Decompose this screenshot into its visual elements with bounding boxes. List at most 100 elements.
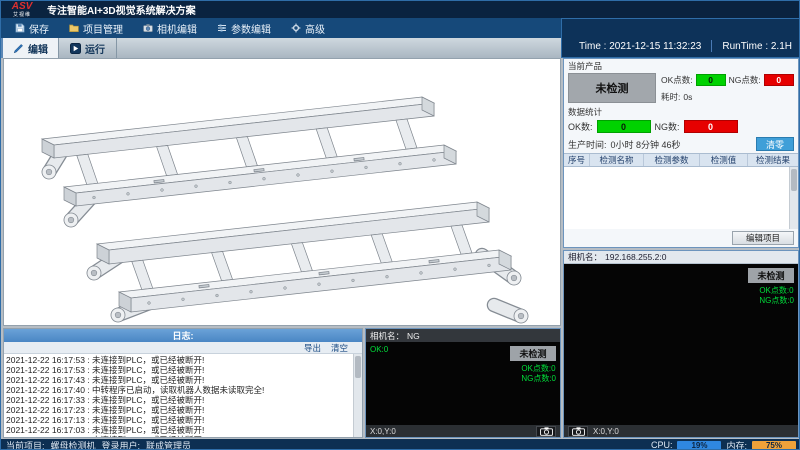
menu-advanced[interactable]: 高级 — [281, 18, 335, 38]
log-line: 2021-12-22 16:17:13 : 未连接到PLC，或已经被断开! — [6, 415, 350, 425]
sliders-icon — [217, 23, 227, 33]
production-time-value: 0小时 8分钟 46秒 — [611, 138, 681, 151]
ok-count-value: 0 — [597, 120, 651, 133]
col-params: 检测参数 — [644, 154, 700, 166]
edit-project-button[interactable]: 编辑项目 — [732, 231, 794, 245]
ng-points-value: 0 — [764, 74, 794, 86]
menu-save-label: 保存 — [29, 21, 49, 36]
camera-name-value: 192.168.255.2:0 — [605, 252, 666, 262]
ng-points-label: NG点数: — [729, 74, 761, 86]
menu-camera-label: 相机编辑 — [157, 21, 197, 36]
log-panel: 日志: 导出 清空 2021-12-22 16:17:53 : 未连接到PLC，… — [3, 328, 363, 438]
camera-shutter-icon — [540, 427, 553, 436]
camera-ng-overlay-topleft: OK:0 — [370, 345, 388, 354]
col-result: 检测结果 — [748, 154, 798, 166]
gear-icon — [291, 23, 301, 33]
camera-shutter-icon — [572, 427, 585, 436]
camera-overlay-counts: OK点数:0 NG点数:0 — [759, 286, 794, 306]
menu-param-edit[interactable]: 参数编辑 — [207, 18, 281, 38]
asv-logo: ASV 艾视维 — [5, 2, 39, 18]
camera-name-label: 相机名： — [568, 251, 602, 263]
cpu-label: CPU: — [651, 440, 673, 450]
overlay-ok: OK点数:0 — [759, 286, 794, 296]
ok-points-label: OK点数: — [661, 74, 693, 86]
snapshot-button[interactable] — [568, 426, 588, 437]
chassis-3d-model — [4, 59, 560, 325]
ok-points-value: 0 — [696, 74, 726, 86]
log-export-button[interactable]: 导出 — [304, 342, 321, 354]
folder-icon — [69, 23, 79, 33]
cpu-usage-bar: 19% — [677, 441, 721, 450]
elapsed-value: 0s — [683, 92, 692, 102]
ng-count-label: NG数: — [655, 120, 680, 133]
tab-run-label: 运行 — [85, 41, 105, 56]
memory-usage-bar: 75% — [752, 441, 796, 450]
menu-save[interactable]: 保存 — [5, 18, 59, 38]
pencil-icon — [13, 43, 24, 54]
camera-ng-status-badge: 未检测 — [510, 346, 556, 361]
memory-label: 内存: — [726, 439, 747, 450]
log-scrollbar[interactable] — [353, 354, 362, 437]
col-index: 序号 — [564, 154, 590, 166]
app-title: 专注智能AI+3D视觉系统解决方案 — [47, 2, 196, 17]
save-icon — [15, 23, 25, 33]
log-line: 2021-12-22 16:17:33 : 未连接到PLC，或已经被断开! — [6, 395, 350, 405]
camera-status-badge: 未检测 — [748, 268, 794, 283]
log-line: 2021-12-22 16:16:53 : 未连接到PLC，或已经被断开! — [6, 435, 350, 437]
log-line: 2021-12-22 16:17:43 : 未连接到PLC，或已经被断开! — [6, 375, 350, 385]
menu-advanced-label: 高级 — [305, 21, 325, 36]
tab-edit-label: 编辑 — [28, 41, 48, 56]
camera-ng-overlay-counts: OK点数:0 NG点数:0 — [521, 364, 556, 384]
logo-subtext: 艾视维 — [13, 12, 31, 18]
detection-table-header: 序号 检测名称 检测参数 检测值 检测结果 — [564, 153, 798, 167]
time-label: Time : 2021-12-15 11:32:23 — [579, 41, 701, 52]
overlay-ok: OK点数:0 — [521, 364, 556, 374]
menu-project-label: 项目管理 — [83, 21, 123, 36]
project-label: 当前项目: — [6, 439, 45, 450]
statusbar: 当前项目: 螺母检测机 登录用户: 联成管理员 CPU: 19% 内存: 75% — [1, 439, 800, 450]
elapsed-label: 耗时: — [661, 91, 680, 103]
menu-project-manage[interactable]: 项目管理 — [59, 18, 133, 38]
log-title: 日志: — [4, 329, 362, 342]
camera-panel-main: 相机名： 192.168.255.2:0 未检测 OK点数:0 NG点数:0 X… — [563, 250, 799, 438]
camera-panel-ng: 相机名： NG OK:0 未检测 OK点数:0 NG点数:0 X:0,Y:0 — [365, 328, 561, 438]
tabrow: 编辑 运行 — [1, 38, 561, 58]
logo-text: ASV — [12, 2, 33, 12]
col-value: 检测值 — [700, 154, 748, 166]
detection-panel: 当前产品 未检测 OK点数: 0 NG点数: 0 耗时: 0s 数据统计 OK数… — [563, 58, 799, 248]
snapshot-button-ng[interactable] — [536, 426, 556, 437]
play-icon — [70, 43, 81, 54]
log-clear-button[interactable]: 清空 — [331, 342, 348, 354]
log-line: 2021-12-22 16:17:40 : 中转程序已启动，读取机器人数据未读取… — [6, 385, 350, 395]
stats-label: 数据统计 — [564, 105, 798, 118]
log-line: 2021-12-22 16:17:53 : 未连接到PLC，或已经被断开! — [6, 365, 350, 375]
camera-view-main[interactable]: 未检测 OK点数:0 NG点数:0 — [564, 264, 798, 425]
user-value: 联成管理员 — [146, 439, 191, 450]
user-label: 登录用户: — [102, 439, 141, 450]
log-line: 2021-12-22 16:17:03 : 未连接到PLC，或已经被断开! — [6, 425, 350, 435]
tab-run[interactable]: 运行 — [59, 38, 117, 58]
time-divider — [711, 40, 712, 52]
time-block: Time : 2021-12-15 11:32:23 RunTime : 2.1… — [561, 18, 800, 58]
menu-param-label: 参数编辑 — [231, 21, 271, 36]
camera-view-ng[interactable]: OK:0 未检测 OK点数:0 NG点数:0 — [366, 342, 560, 425]
3d-viewport[interactable] — [3, 58, 561, 326]
log-entries: 2021-12-22 16:17:53 : 未连接到PLC，或已经被断开! 20… — [4, 354, 362, 437]
table-scrollbar[interactable] — [789, 167, 798, 229]
camera-coords: X:0,Y:0 — [593, 427, 619, 436]
camera-ng-name-label: 相机名： — [370, 330, 404, 342]
overlay-ng: NG点数:0 — [521, 374, 556, 384]
camera-ng-name-value: NG — [407, 331, 420, 341]
titlebar: ASV 艾视维 专注智能AI+3D视觉系统解决方案 — [1, 1, 800, 18]
camera-ng-coords: X:0,Y:0 — [370, 427, 396, 436]
log-line: 2021-12-22 16:17:53 : 未连接到PLC，或已经被断开! — [6, 355, 350, 365]
production-time-label: 生产时间: — [568, 138, 607, 151]
status-badge: 未检测 — [568, 73, 656, 103]
ng-count-value: 0 — [684, 120, 738, 133]
detection-table-body — [564, 167, 798, 229]
clear-button[interactable]: 清零 — [756, 137, 794, 151]
menu-camera-edit[interactable]: 相机编辑 — [133, 18, 207, 38]
main-window: ASV 艾视维 专注智能AI+3D视觉系统解决方案 保存 项目管理 相机编辑 参… — [0, 0, 800, 450]
runtime-label: RunTime : 2.1H — [722, 41, 792, 52]
tab-edit[interactable]: 编辑 — [1, 38, 59, 58]
